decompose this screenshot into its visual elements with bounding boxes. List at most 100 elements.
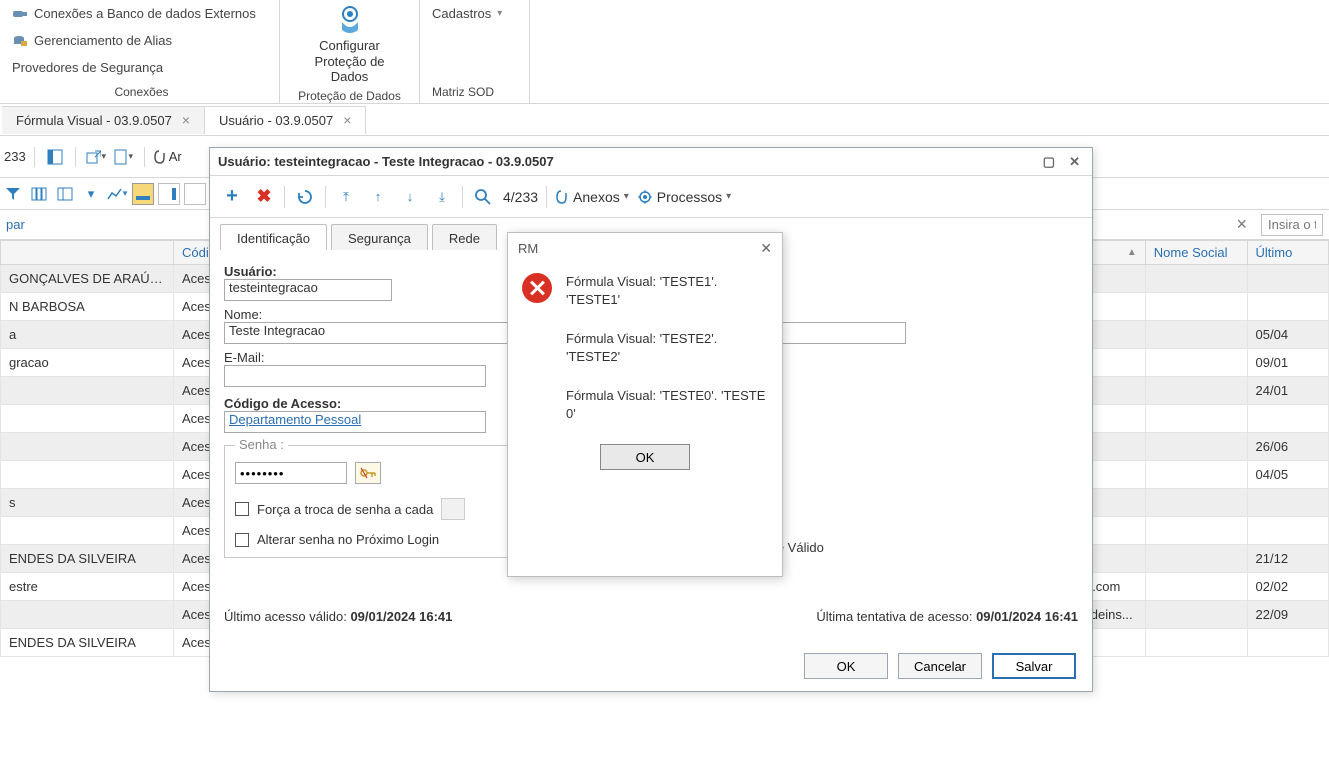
add-icon[interactable]: + [220,185,244,209]
link-codigo-acesso[interactable]: Departamento Pessoal [229,412,361,427]
filter-clear-icon[interactable]: × [1230,214,1253,235]
cell [1,461,174,489]
col-ultimo[interactable]: Último [1247,241,1328,265]
close-icon[interactable]: × [182,113,190,127]
input-dias[interactable] [441,498,465,520]
cell [1247,265,1328,293]
ok-button[interactable]: OK [804,653,888,679]
tab-identificacao[interactable]: Identificação [220,224,327,250]
salvar-button[interactable]: Salvar [992,653,1076,679]
value-ultima-tentativa: 09/01/2024 16:41 [976,609,1078,624]
ribbon: Conexões a Banco de dados Externos Geren… [0,0,1329,104]
label: Configurar [319,38,380,53]
message-line: Fórmula Visual: 'TESTE2'. 'TESTE2' [566,330,768,365]
group-icon[interactable]: ▾ [80,183,102,205]
tab-usuario[interactable]: Usuário - 03.9.0507 × [205,106,366,134]
col-nome[interactable] [1,241,174,265]
columns-icon[interactable] [28,183,50,205]
chk-alterar-proximo[interactable] [235,533,249,547]
close-icon[interactable]: × [343,113,351,127]
btn-configurar-protecao[interactable]: ConfigurarProteção de Dados [288,0,411,85]
cancelar-button[interactable]: Cancelar [898,653,982,679]
first-icon[interactable]: ⤒ [334,185,358,209]
search-input[interactable] [1261,214,1323,236]
cell: a [1,321,174,349]
cell [1145,629,1247,657]
label-ultima-tentativa: Última tentativa de acesso: [816,609,972,624]
input-email[interactable] [224,365,486,387]
cell: ENDES DA SILVEIRA [1,545,174,573]
link-conexoes-externas[interactable]: Conexões a Banco de dados Externos [12,0,256,27]
cell [1145,293,1247,321]
cell: 21/12 [1247,545,1328,573]
key-icon[interactable] [355,462,381,484]
paperclip-icon[interactable]: Ar [153,145,182,169]
prev-icon[interactable]: ↑ [366,185,390,209]
cell: estre [1,573,174,601]
ok-button[interactable]: OK [600,444,690,470]
export-icon[interactable]: ▾ [84,145,108,169]
counter: 233 [4,145,26,169]
delete-icon[interactable]: ✖ [252,185,276,209]
cell [1,517,174,545]
value-ultimo-acesso: 09/01/2024 16:41 [350,609,452,624]
message-line: Fórmula Visual: 'TESTE0'. 'TESTE 0' [566,387,768,422]
tab-seguranca[interactable]: Segurança [331,224,428,250]
link-provedores[interactable]: Provedores de Segurança [12,54,163,81]
filter-link[interactable]: par [6,217,25,232]
panel-bottom-icon[interactable] [132,183,154,205]
panel-none-icon[interactable] [184,183,206,205]
ribbon-group-protecao: ConfigurarProteção de Dados Proteção de … [280,0,420,103]
link-alias[interactable]: Gerenciamento de Alias [12,27,172,54]
processos-button[interactable]: Processos▾ [637,189,731,205]
next-icon[interactable]: ↓ [398,185,422,209]
close-icon[interactable]: ✕ [1065,152,1084,172]
cell [1145,489,1247,517]
tab-label: Usuário - 03.9.0507 [219,113,333,128]
chart-icon[interactable]: ▾ [106,183,128,205]
tab-rede[interactable]: Rede [432,224,497,250]
window-titlebar: Usuário: testeintegracao - Teste Integra… [210,148,1092,176]
label: Gerenciamento de Alias [34,33,172,48]
close-icon[interactable]: ✕ [760,240,772,257]
cell: 09/01 [1247,349,1328,377]
anexos-button[interactable]: Anexos▾ [555,189,629,205]
freeze-icon[interactable] [54,183,76,205]
last-icon[interactable]: ⤓ [430,185,454,209]
tab-label: Fórmula Visual - 03.9.0507 [16,113,172,128]
cell [1145,349,1247,377]
cell: N BARBOSA [1,293,174,321]
cell: 24/01 [1247,377,1328,405]
cell: ENDES DA SILVEIRA [1,629,174,657]
document-tabs: Fórmula Visual - 03.9.0507 × Usuário - 0… [0,104,1329,136]
message-title: RM [518,241,538,256]
cell [1145,461,1247,489]
input-senha[interactable] [235,462,347,484]
link-cadastros[interactable]: Cadastros ▾ [432,0,502,27]
label-alterar: Alterar senha no Próximo Login [257,532,439,547]
cell [1,433,174,461]
col-nome-social[interactable]: Nome Social [1145,241,1247,265]
sort-asc-icon: ▲ [1127,247,1137,258]
input-usuario[interactable]: testeintegracao [224,279,392,301]
layout-icon[interactable] [43,145,67,169]
message-titlebar: RM ✕ [508,233,782,263]
plug-icon [12,7,28,21]
label-ultimo-acesso: Último acesso válido: [224,609,347,624]
cell [1145,601,1247,629]
window-title: Usuário: testeintegracao - Teste Integra… [218,154,554,169]
filter-icon[interactable] [2,183,24,205]
tab-formula-visual[interactable]: Fórmula Visual - 03.9.0507 × [2,106,205,134]
chk-forca-troca[interactable] [235,502,249,516]
panel-side-icon[interactable] [158,183,180,205]
refresh-icon[interactable] [293,185,317,209]
cell [1,405,174,433]
maximize-icon[interactable]: ▢ [1039,152,1059,172]
cell [1247,489,1328,517]
cell: GONÇALVES DE ARAÚJO [1,265,174,293]
cell: 05/04 [1247,321,1328,349]
cell [1145,433,1247,461]
page-icon[interactable]: ▾ [112,145,136,169]
search-icon[interactable] [471,185,495,209]
cell [1247,405,1328,433]
